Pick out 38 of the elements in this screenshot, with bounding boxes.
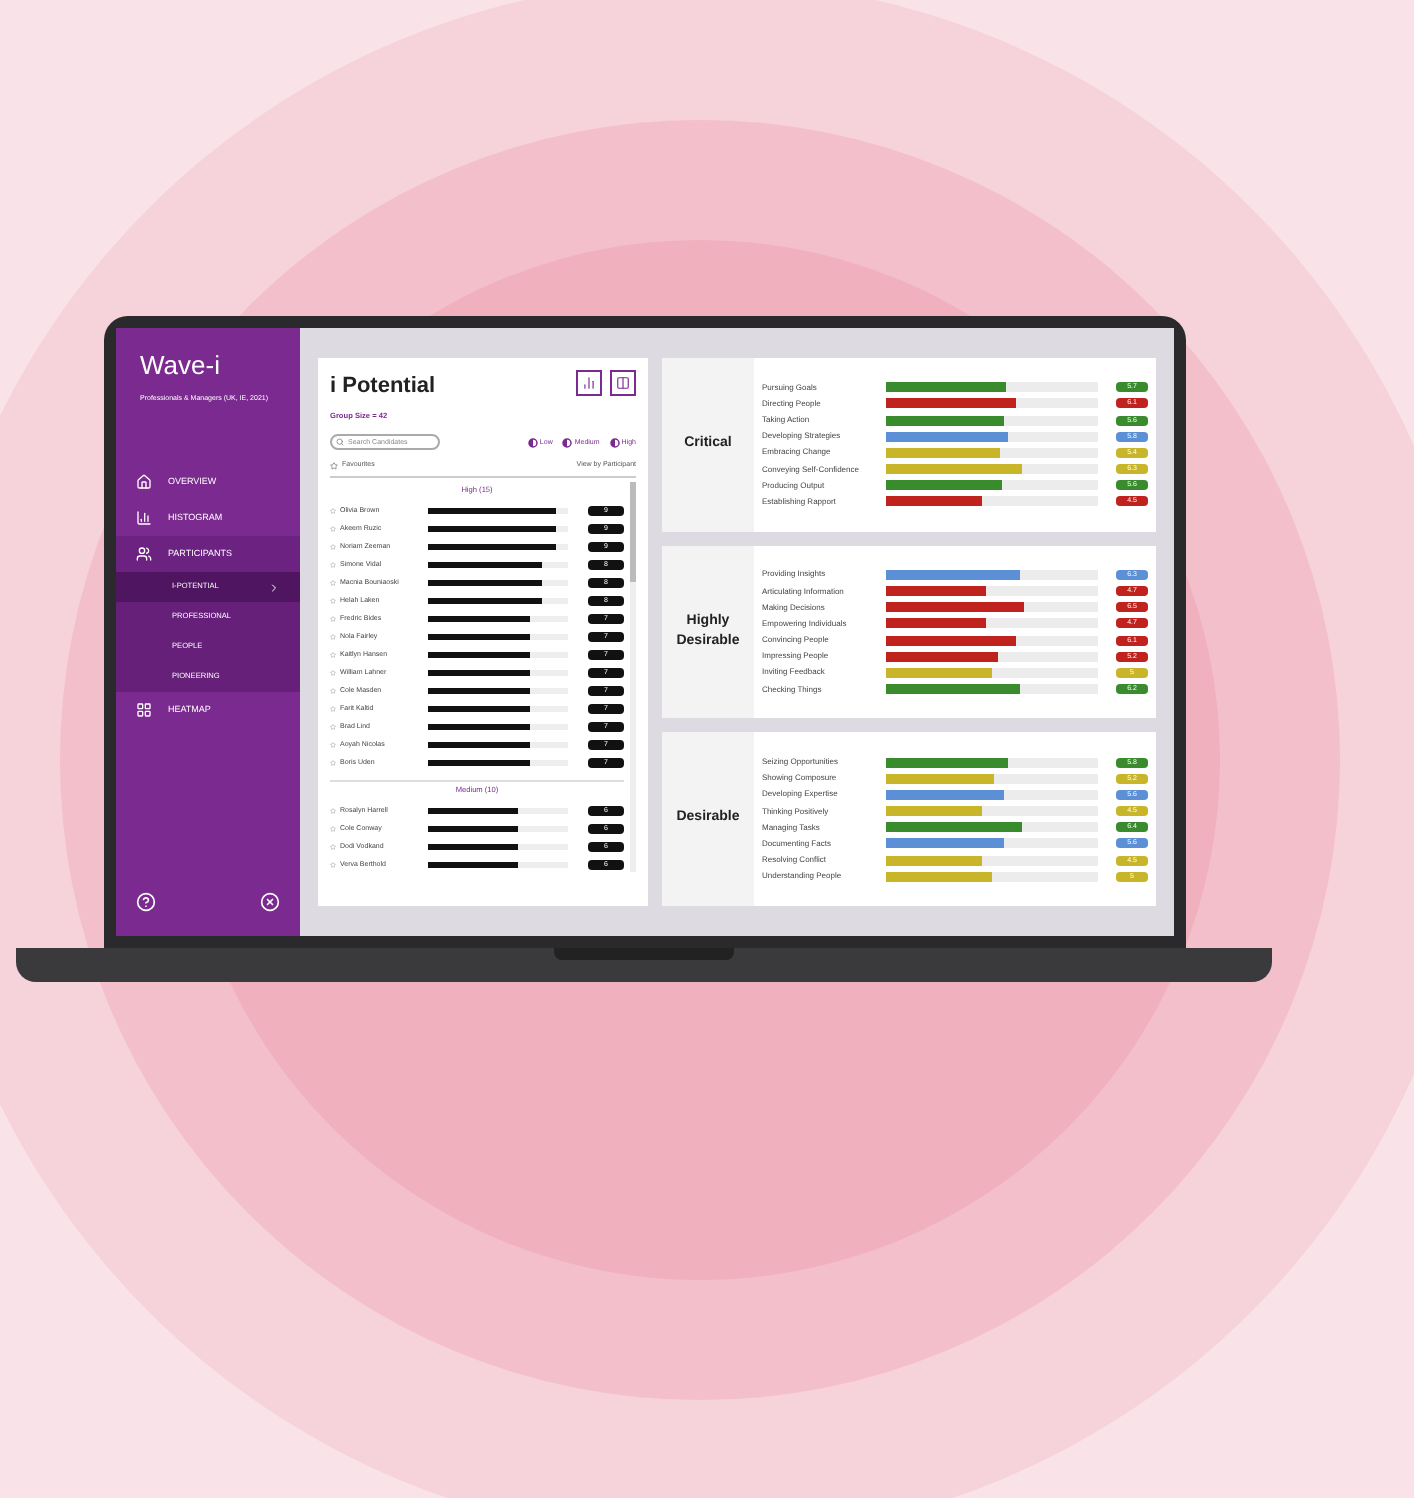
grid-icon bbox=[136, 702, 152, 719]
star-icon bbox=[330, 461, 338, 470]
star-icon[interactable] bbox=[330, 825, 336, 832]
star-icon[interactable] bbox=[330, 760, 336, 767]
list-view-button[interactable] bbox=[610, 370, 636, 396]
star-icon[interactable] bbox=[330, 742, 336, 749]
star-icon[interactable] bbox=[330, 526, 336, 533]
star-icon[interactable] bbox=[330, 807, 336, 814]
star-icon[interactable] bbox=[330, 843, 336, 850]
star-icon[interactable] bbox=[330, 652, 336, 659]
star-icon[interactable] bbox=[330, 580, 336, 587]
star-icon[interactable] bbox=[330, 634, 336, 641]
star-icon[interactable] bbox=[330, 706, 336, 713]
home-icon bbox=[136, 474, 152, 491]
star-icon[interactable] bbox=[330, 598, 336, 605]
people-icon bbox=[136, 546, 152, 563]
help-icon[interactable] bbox=[136, 892, 156, 912]
half-circle-icon bbox=[562, 437, 573, 448]
app-title: Wave-i bbox=[138, 348, 222, 378]
star-icon[interactable] bbox=[330, 616, 336, 623]
columns-icon bbox=[616, 376, 630, 390]
chart-view-button[interactable] bbox=[576, 370, 602, 396]
half-circle-icon bbox=[609, 437, 620, 448]
search-icon bbox=[336, 438, 344, 447]
star-icon[interactable] bbox=[330, 508, 336, 515]
close-icon[interactable] bbox=[260, 892, 280, 912]
scrollbar[interactable] bbox=[630, 482, 636, 873]
star-icon[interactable] bbox=[330, 670, 336, 677]
star-icon[interactable] bbox=[330, 724, 336, 731]
star-icon[interactable] bbox=[330, 688, 336, 695]
panel-title: i Potential bbox=[330, 372, 436, 402]
chevron-icon bbox=[268, 581, 280, 594]
star-icon[interactable] bbox=[330, 544, 336, 551]
half-circle-icon bbox=[527, 437, 538, 448]
bar-chart-icon bbox=[136, 510, 152, 527]
bar-chart-icon bbox=[582, 376, 596, 390]
star-icon[interactable] bbox=[330, 861, 336, 868]
star-icon[interactable] bbox=[330, 562, 336, 569]
